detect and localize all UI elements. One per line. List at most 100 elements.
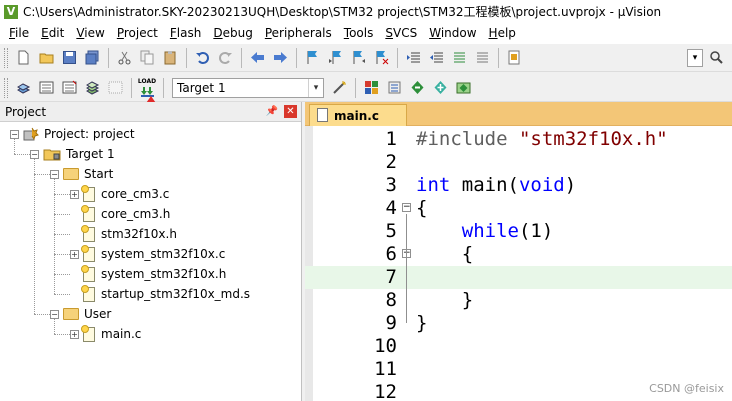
menu-peripherals[interactable]: Peripherals bbox=[259, 23, 338, 44]
tab-main-c[interactable]: main.c bbox=[309, 104, 407, 126]
target-select[interactable]: Target 1 ▾ bbox=[172, 77, 324, 98]
toolbar-grip[interactable] bbox=[4, 47, 8, 68]
fold-collapse-icon[interactable]: − bbox=[402, 203, 411, 212]
next-bookmark-button[interactable] bbox=[347, 47, 369, 69]
expand-icon[interactable]: + bbox=[70, 189, 79, 199]
menu-edit[interactable]: Edit bbox=[35, 23, 70, 44]
uncomment-button[interactable] bbox=[471, 47, 493, 69]
manage-project-items-button[interactable] bbox=[360, 77, 382, 99]
project-icon bbox=[23, 127, 39, 141]
navigate-forward-button[interactable] bbox=[269, 47, 291, 69]
navigate-back-button[interactable] bbox=[246, 47, 268, 69]
menu-project[interactable]: Project bbox=[111, 23, 164, 44]
current-code-line[interactable]: 7 bbox=[305, 266, 732, 289]
save-all-icon bbox=[85, 50, 98, 65]
tree-item[interactable]: stm32f10x.h bbox=[70, 224, 177, 244]
collapse-icon[interactable]: − bbox=[50, 309, 59, 319]
code-line[interactable]: 1 #include "stm32f10x.h" bbox=[305, 128, 732, 151]
file-icon bbox=[81, 284, 95, 302]
menu-label: ools bbox=[349, 26, 374, 40]
menu-view[interactable]: View bbox=[70, 23, 110, 44]
close-icon[interactable]: ✕ bbox=[284, 105, 297, 118]
tree-line bbox=[54, 234, 70, 235]
tree-item[interactable]: + system_stm32f10x.c bbox=[70, 244, 225, 264]
tree-item[interactable]: startup_stm32f10x_md.s bbox=[70, 284, 250, 304]
collapse-icon[interactable]: − bbox=[10, 129, 19, 139]
multi-project-icon bbox=[388, 81, 400, 94]
translate-button[interactable] bbox=[12, 77, 34, 99]
tree-item[interactable]: system_stm32f10x.h bbox=[70, 264, 226, 284]
code-line[interactable]: 9} bbox=[305, 312, 732, 335]
rebuild-button[interactable] bbox=[58, 77, 80, 99]
toolbar-grip[interactable] bbox=[4, 77, 8, 98]
tree-line bbox=[54, 334, 70, 335]
indent-button[interactable] bbox=[402, 47, 424, 69]
menu-mnemonic: E bbox=[41, 26, 49, 40]
batch-build-button[interactable] bbox=[81, 77, 103, 99]
redo-button[interactable] bbox=[214, 47, 236, 69]
collapse-icon[interactable]: − bbox=[30, 149, 39, 159]
manage-multi-project-button[interactable] bbox=[383, 77, 405, 99]
unindent-button[interactable] bbox=[425, 47, 447, 69]
target-options-button[interactable] bbox=[328, 77, 350, 99]
collapse-icon[interactable]: − bbox=[50, 169, 59, 179]
rte-config-button[interactable] bbox=[406, 77, 428, 99]
prev-bookmark-button[interactable] bbox=[324, 47, 346, 69]
cut-button[interactable] bbox=[113, 47, 135, 69]
find-in-files-button[interactable] bbox=[503, 47, 525, 69]
pack-manager-button[interactable] bbox=[452, 77, 474, 99]
code-line[interactable]: 4−{ bbox=[305, 197, 732, 220]
menu-window[interactable]: Window bbox=[423, 23, 482, 44]
flag-clear-icon bbox=[376, 51, 388, 65]
menu-file[interactable]: File bbox=[3, 23, 35, 44]
code-line[interactable]: 2 bbox=[305, 151, 732, 174]
new-file-button[interactable] bbox=[12, 47, 34, 69]
find-combo-dropdown[interactable]: ▾ bbox=[687, 48, 703, 67]
menu-flash[interactable]: Flash bbox=[164, 23, 207, 44]
tree-item[interactable]: core_cm3.h bbox=[70, 204, 170, 224]
tree-item[interactable]: − Project: project bbox=[10, 124, 135, 144]
pin-icon[interactable]: 📌 bbox=[266, 106, 278, 117]
tree-item[interactable]: − Start bbox=[50, 164, 113, 184]
code-area[interactable]: 1 #include "stm32f10x.h" 2 3 int main(void) 4… bbox=[305, 126, 732, 401]
expand-icon[interactable]: + bbox=[70, 249, 79, 259]
tree-item[interactable]: − User bbox=[50, 304, 111, 324]
tree-item[interactable]: + main.c bbox=[70, 324, 141, 344]
comment-button[interactable] bbox=[448, 47, 470, 69]
find-button[interactable] bbox=[705, 47, 727, 69]
expand-icon[interactable]: + bbox=[70, 329, 79, 339]
editor: main.c 1 #include "stm32f10x.h" 2 3 int main… bbox=[305, 102, 732, 401]
menu-svcs[interactable]: SVCS bbox=[379, 23, 423, 44]
code-line[interactable]: 6− { bbox=[305, 243, 732, 266]
code-line[interactable]: 5 while(1) bbox=[305, 220, 732, 243]
build-button[interactable] bbox=[35, 77, 57, 99]
paste-button[interactable] bbox=[159, 47, 181, 69]
copy-button[interactable] bbox=[136, 47, 158, 69]
save-all-button[interactable] bbox=[81, 47, 103, 69]
code-line[interactable]: 10 bbox=[305, 335, 732, 358]
undo-button[interactable] bbox=[191, 47, 213, 69]
tree-item[interactable]: − Target 1 bbox=[30, 144, 115, 164]
pack-installer-button[interactable] bbox=[429, 77, 451, 99]
save-button[interactable] bbox=[58, 47, 80, 69]
uncomment-icon bbox=[476, 52, 488, 63]
code-line[interactable]: 11 bbox=[305, 358, 732, 381]
folder-icon bbox=[63, 308, 79, 320]
tree-item[interactable]: + core_cm3.c bbox=[70, 184, 169, 204]
tree-line bbox=[14, 139, 15, 154]
menu-tools[interactable]: Tools bbox=[338, 23, 380, 44]
code-line[interactable]: 8 } bbox=[305, 289, 732, 312]
file-icon bbox=[81, 224, 95, 242]
code-token: int bbox=[416, 174, 451, 196]
code-line[interactable]: 3 int main(void) bbox=[305, 174, 732, 197]
bookmark-button[interactable] bbox=[301, 47, 323, 69]
clear-bookmarks-button[interactable] bbox=[370, 47, 392, 69]
stop-build-button[interactable] bbox=[104, 77, 126, 99]
menu-help[interactable]: Help bbox=[483, 23, 522, 44]
code-text: } bbox=[416, 289, 473, 312]
toolbar-separator bbox=[355, 77, 356, 98]
open-file-button[interactable] bbox=[35, 47, 57, 69]
build-toolbar: LOAD Target 1 ▾ bbox=[0, 74, 732, 102]
menu-debug[interactable]: Debug bbox=[207, 23, 258, 44]
undo-icon bbox=[195, 52, 209, 64]
